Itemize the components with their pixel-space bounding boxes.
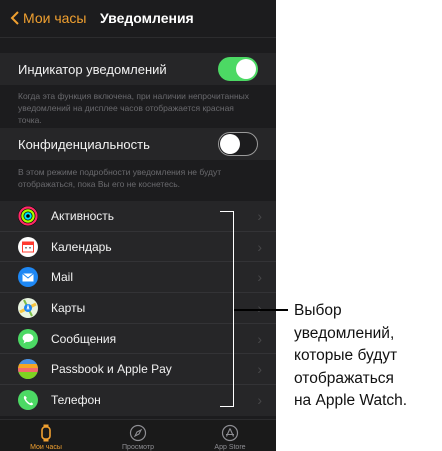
chevron-right-icon: ›: [257, 361, 262, 378]
tab-label: App Store: [214, 444, 246, 451]
indicator-toggle[interactable]: [218, 57, 258, 81]
callout-line: уведомлений,: [294, 324, 395, 342]
chevron-left-icon: [10, 11, 19, 25]
callout-line: отображаться: [294, 369, 394, 387]
callout-line: которые будут: [294, 347, 398, 364]
tab-label: Мои часы: [30, 444, 62, 451]
app-label: Passbook и Apple Pay: [51, 362, 172, 377]
watch-app-screen: Мои часы Уведомления Индикатор уведомлен…: [0, 0, 276, 451]
app-row-passbook[interactable]: Passbook и Apple Pay ›: [0, 354, 276, 386]
app-row-phone[interactable]: Телефон ›: [0, 385, 276, 416]
maps-icon: [18, 297, 38, 318]
tab-app-store[interactable]: App Store: [184, 420, 276, 451]
app-row-messages[interactable]: Сообщения ›: [0, 324, 276, 355]
callout-bracket: [220, 211, 234, 407]
privacy-description: В этом режиме подробности уведомления не…: [18, 167, 222, 189]
app-row-calendar[interactable]: Календарь ›: [0, 232, 276, 263]
indicator-row: Индикатор уведомлений: [0, 53, 276, 85]
chevron-right-icon: ›: [257, 207, 262, 224]
callout-line: на Apple Watch.: [294, 392, 408, 409]
chevron-right-icon: ›: [257, 330, 262, 347]
app-label: Сообщения: [51, 331, 117, 346]
activity-icon: [18, 205, 38, 226]
calendar-icon: [18, 236, 38, 257]
toggle-knob: [220, 134, 240, 154]
app-label: Календарь: [51, 239, 112, 254]
callout-leader-line: [234, 309, 288, 311]
callout-line: Выбор: [294, 302, 342, 319]
toggle-knob: [236, 59, 256, 79]
app-label: Активность: [51, 208, 115, 223]
tab-browse[interactable]: Просмотр: [92, 420, 184, 451]
app-store-icon: [221, 424, 239, 442]
navigation-bar: Мои часы Уведомления: [0, 0, 276, 38]
privacy-toggle[interactable]: [218, 132, 258, 156]
chevron-right-icon: ›: [257, 238, 262, 255]
tab-bar: Мои часы Просмотр App Store: [0, 419, 276, 451]
app-row-activity[interactable]: Активность ›: [0, 201, 276, 232]
mail-icon: [18, 267, 38, 288]
watch-icon: [41, 424, 51, 442]
app-label: Карты: [51, 300, 86, 315]
app-label: Телефон: [51, 393, 101, 408]
passbook-icon: [18, 359, 38, 380]
callout-text: Выбор уведомлений, которые будут отображ…: [294, 300, 442, 413]
chevron-right-icon: ›: [257, 392, 262, 409]
indicator-description: Когда эта функция включена, при наличии …: [18, 91, 249, 125]
phone-icon: [18, 390, 38, 411]
indicator-label: Индикатор уведомлений: [18, 61, 167, 77]
privacy-label: Конфиденциальность: [18, 136, 150, 152]
app-label: Mail: [51, 270, 74, 285]
page-title: Уведомления: [100, 10, 194, 26]
compass-icon: [129, 424, 147, 442]
tab-label: Просмотр: [122, 444, 154, 451]
back-button[interactable]: Мои часы: [10, 10, 86, 26]
chevron-right-icon: ›: [257, 299, 262, 316]
privacy-row: Конфиденциальность: [0, 128, 276, 160]
messages-icon: [18, 328, 38, 349]
back-button-label: Мои часы: [23, 10, 87, 26]
chevron-right-icon: ›: [257, 269, 262, 286]
app-row-mail[interactable]: Mail ›: [0, 262, 276, 294]
tab-my-watch[interactable]: Мои часы: [0, 420, 92, 451]
